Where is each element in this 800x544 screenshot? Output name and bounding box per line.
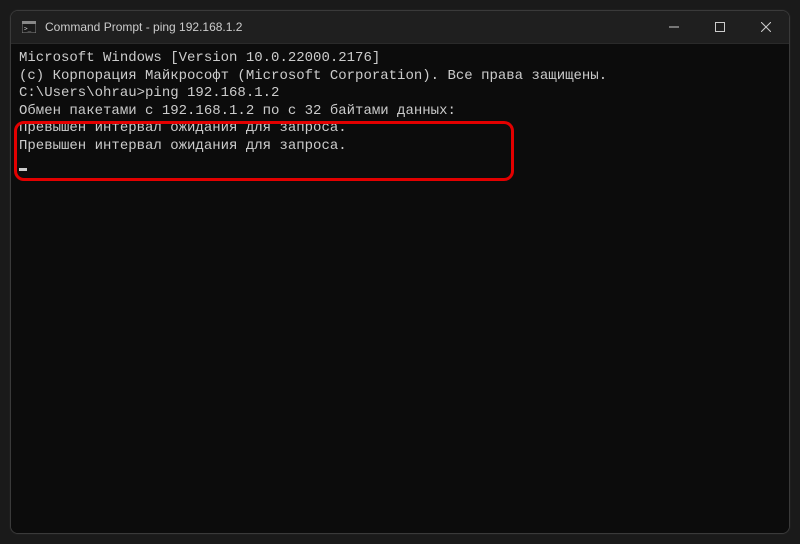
window-title: Command Prompt - ping 192.168.1.2	[45, 20, 242, 34]
window-controls	[651, 11, 789, 43]
terminal-area[interactable]: Microsoft Windows [Version 10.0.22000.21…	[11, 43, 789, 533]
ping-header-line: Обмен пакетами с 192.168.1.2 по с 32 бай…	[19, 103, 781, 121]
close-button[interactable]	[743, 11, 789, 43]
text-cursor	[19, 168, 27, 171]
copyright-line: (c) Корпорация Майкрософт (Microsoft Cor…	[19, 68, 781, 86]
command-prompt-window: >_ Command Prompt - ping 192.168.1.2 Mic…	[10, 10, 790, 534]
version-line: Microsoft Windows [Version 10.0.22000.21…	[19, 50, 781, 68]
maximize-button[interactable]	[697, 11, 743, 43]
ping-timeout-line: Превышен интервал ожидания для запроса.	[19, 120, 781, 138]
app-icon: >_	[21, 19, 37, 35]
titlebar[interactable]: >_ Command Prompt - ping 192.168.1.2	[11, 11, 789, 43]
prompt-line: C:\Users\ohrau>ping 192.168.1.2	[19, 85, 781, 103]
cursor-line	[19, 155, 781, 173]
ping-timeout-line: Превышен интервал ожидания для запроса.	[19, 138, 781, 156]
minimize-button[interactable]	[651, 11, 697, 43]
svg-text:>_: >_	[24, 26, 32, 33]
